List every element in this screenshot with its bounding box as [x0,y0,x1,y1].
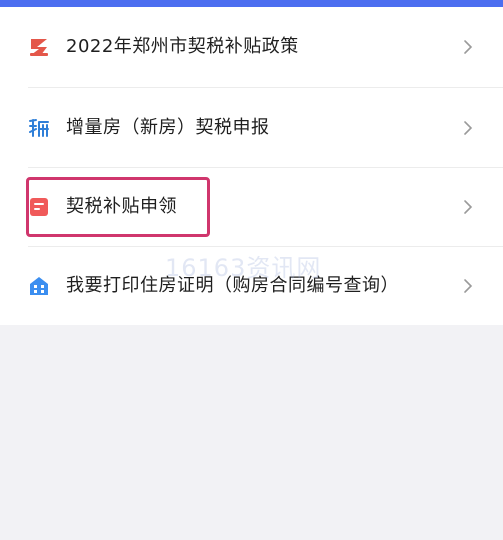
chevron-right-icon [464,121,473,135]
document-icon [30,198,48,216]
header-bar [0,0,503,7]
chevron-right-icon [464,279,473,293]
menu-item-label: 增量房（新房）契税申报 [66,117,270,138]
tax-icon [29,119,49,137]
chevron-right-icon [464,200,473,214]
menu-item-new-house-tax[interactable]: 增量房（新房）契税申报 [0,88,503,167]
chevron-right-icon [464,40,473,54]
menu-item-label: 我要打印住房证明（购房合同编号查询） [66,275,399,296]
menu-item-label: 2022年郑州市契税补贴政策 [66,36,299,57]
menu-item-housing-certificate[interactable]: 我要打印住房证明（购房合同编号查询） [0,246,503,325]
menu-item-label: 契税补贴申领 [66,196,177,217]
policy-icon [30,39,48,56]
menu-item-subsidy-policy[interactable]: 2022年郑州市契税补贴政策 [0,7,503,86]
building-icon [30,277,48,295]
menu-list: 2022年郑州市契税补贴政策 增量房（新房）契税申报 契税补贴申领 我要打印住房… [0,7,503,325]
menu-item-subsidy-claim[interactable]: 契税补贴申领 [0,167,503,246]
